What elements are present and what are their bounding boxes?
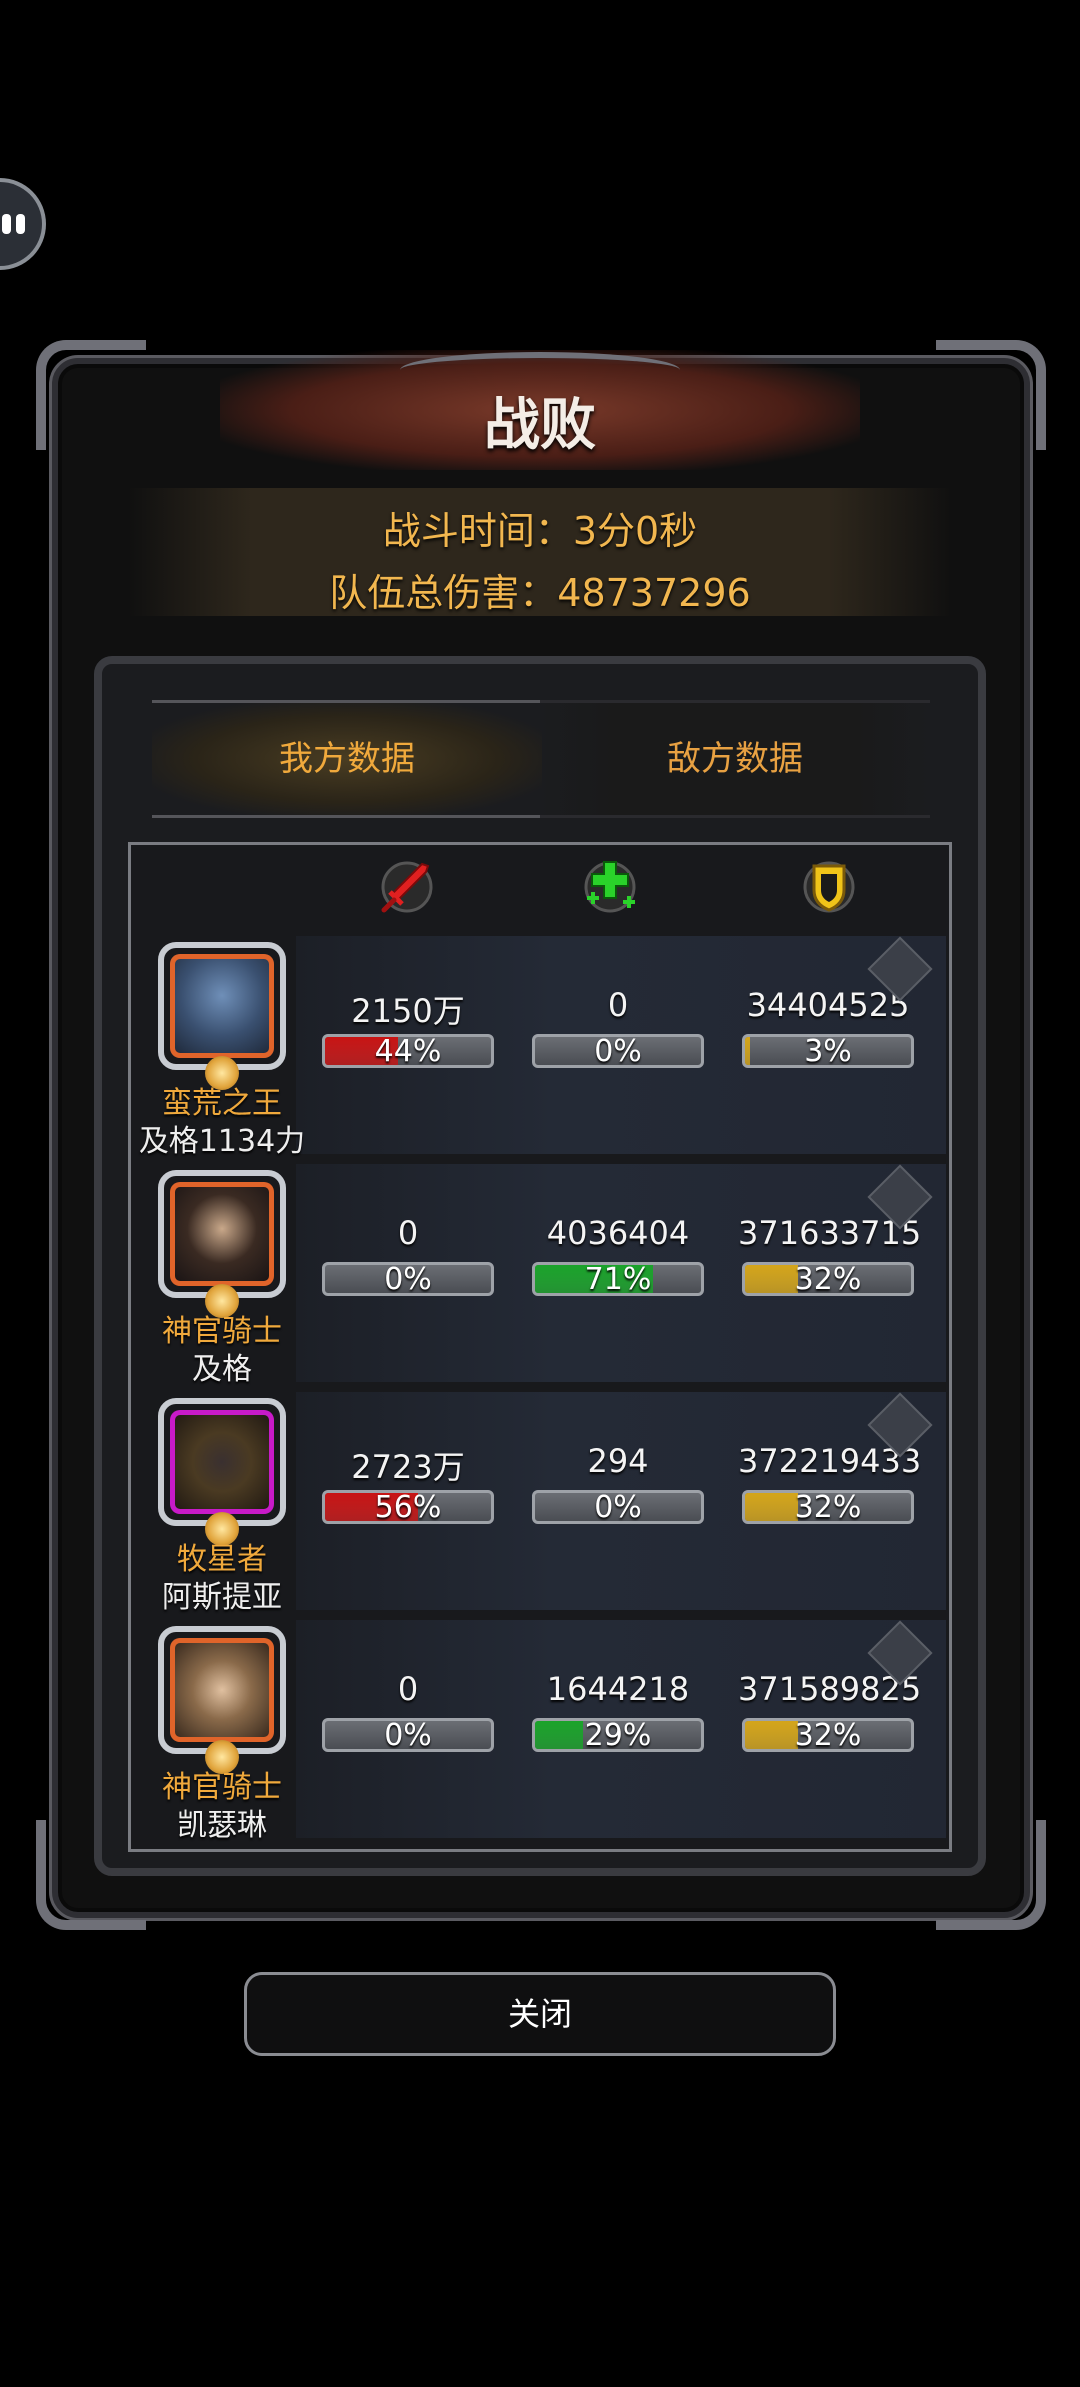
heal-value: 1644218 xyxy=(546,1670,690,1708)
taken-percent: 32% xyxy=(794,1718,862,1752)
shield-icon xyxy=(803,861,855,913)
player-name: 及格1134力 xyxy=(138,1124,306,1159)
damage-bar: 0% xyxy=(322,1718,494,1752)
heal-bar: 0% xyxy=(532,1490,704,1524)
avatar[interactable] xyxy=(158,1626,286,1754)
close-button[interactable]: 关闭 xyxy=(244,1972,836,2056)
player-name: 阿斯提亚 xyxy=(162,1580,282,1615)
heal-bar: 0% xyxy=(532,1034,704,1068)
heal-value: 294 xyxy=(587,1442,649,1480)
damage-bar: 0% xyxy=(322,1262,494,1296)
heal-value: 0 xyxy=(607,986,629,1024)
avatar[interactable] xyxy=(158,1170,286,1298)
damage-percent: 0% xyxy=(384,1718,432,1752)
tab-enemy-data[interactable]: 敌方数据 xyxy=(540,700,930,818)
damage-bar: 56% xyxy=(322,1490,494,1524)
heal-percent: 0% xyxy=(594,1490,642,1524)
avatar[interactable] xyxy=(158,942,286,1070)
player-name: 凯瑟琳 xyxy=(177,1808,267,1843)
damage-value: 2723万 xyxy=(351,1448,465,1486)
eye-dot xyxy=(2,214,11,234)
floating-assist-ball[interactable] xyxy=(0,178,46,270)
taken-bar: 32% xyxy=(742,1490,914,1524)
damage-value: 0 xyxy=(397,1670,419,1708)
heal-bar: 71% xyxy=(532,1262,704,1296)
sword-icon xyxy=(381,861,433,913)
heal-percent: 0% xyxy=(594,1034,642,1068)
player-name: 及格 xyxy=(192,1352,252,1387)
heal-bar: 29% xyxy=(532,1718,704,1752)
heal-cross-icon xyxy=(584,861,636,913)
heal-percent: 71% xyxy=(584,1262,652,1296)
damage-percent: 0% xyxy=(384,1262,432,1296)
tab-our-data[interactable]: 我方数据 xyxy=(152,700,542,818)
taken-bar: 3% xyxy=(742,1034,914,1068)
eye-dot xyxy=(16,214,25,234)
damage-percent: 56% xyxy=(374,1490,442,1524)
damage-bar: 44% xyxy=(322,1034,494,1068)
result-title: 战败 xyxy=(484,393,596,458)
taken-percent: 3% xyxy=(804,1034,852,1068)
taken-percent: 32% xyxy=(794,1262,862,1296)
avatar[interactable] xyxy=(158,1398,286,1526)
heal-percent: 29% xyxy=(584,1718,652,1752)
taken-bar: 32% xyxy=(742,1718,914,1752)
battle-time: 战斗时间：3分0秒 xyxy=(382,509,698,553)
taken-bar: 32% xyxy=(742,1262,914,1296)
taken-percent: 32% xyxy=(794,1490,862,1524)
team-damage: 队伍总伤害：48737296 xyxy=(329,571,751,615)
damage-percent: 44% xyxy=(374,1034,442,1068)
damage-value: 0 xyxy=(397,1214,419,1252)
heal-value: 4036404 xyxy=(546,1214,690,1252)
damage-value: 2150万 xyxy=(351,992,465,1030)
